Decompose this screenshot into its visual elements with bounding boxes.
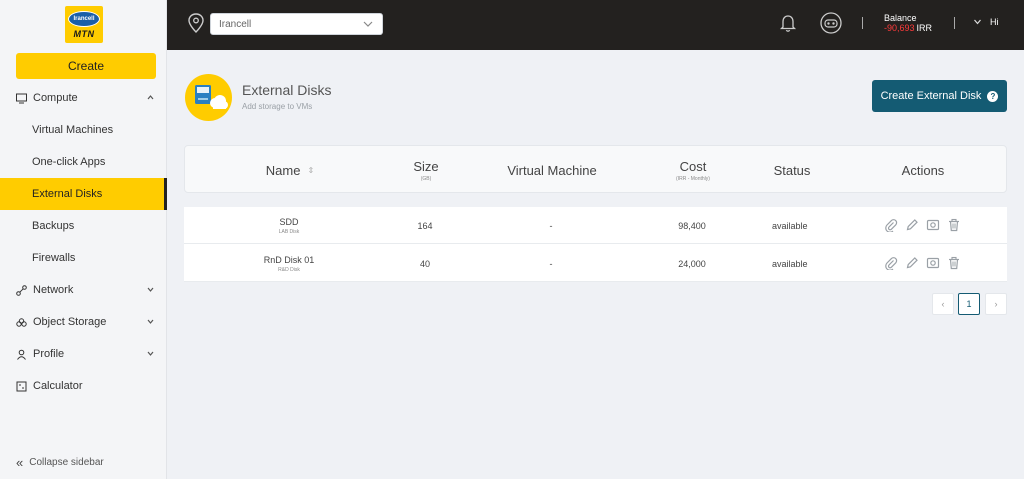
sidebar-item-label: Calculator <box>33 380 83 392</box>
cta-label: Create External Disk <box>880 90 982 102</box>
support-bot-icon[interactable] <box>819 11 843 35</box>
pagination-next-button[interactable]: › <box>985 293 1007 315</box>
disk-cost: 98,400 <box>678 220 706 231</box>
sidebar-item-one-click-apps[interactable]: One-click Apps <box>0 146 167 178</box>
disk-name: SDD <box>279 216 299 227</box>
logo-mtn: MTN <box>73 28 95 39</box>
column-header-name[interactable]: Name ⇕ <box>245 146 335 194</box>
project-selector-value: Irancell <box>219 18 252 30</box>
column-header-cost: Cost (IRR - Monthly) <box>645 146 741 194</box>
column-name-label: Name <box>265 162 301 178</box>
disk-vm: - <box>549 220 553 231</box>
chevron-down-icon[interactable] <box>973 18 982 26</box>
sidebar-item-profile[interactable]: Profile <box>0 338 167 370</box>
column-header-actions: Actions <box>901 162 945 178</box>
balance-amount: -90,693 <box>884 23 915 33</box>
help-icon[interactable]: ? <box>987 90 999 102</box>
column-cost-unit: (IRR - Monthly) <box>676 175 710 182</box>
snapshot-icon[interactable] <box>926 256 940 270</box>
disk-name: RnD Disk 01 <box>263 254 315 265</box>
row-actions <box>884 218 968 232</box>
row-actions <box>884 256 968 270</box>
sidebar-item-network[interactable]: Network <box>0 274 167 306</box>
sidebar-item-label: Network <box>33 284 74 296</box>
create-external-disk-button[interactable]: Create External Disk ? <box>872 80 1007 112</box>
disk-description: R&D Disk <box>278 266 300 273</box>
project-selector[interactable]: Irancell <box>210 13 383 35</box>
disk-description: LAB Disk <box>278 228 300 235</box>
edit-icon[interactable] <box>905 218 919 232</box>
disk-cost: 24,000 <box>678 258 706 269</box>
disk-size: 40 <box>419 258 430 269</box>
table-row[interactable]: SDD LAB Disk 164 - 98,400 available <box>184 207 1007 244</box>
disk-status: available <box>772 220 808 231</box>
attach-icon[interactable] <box>884 256 898 270</box>
sidebar-nav: Compute Virtual Machines One-click Apps … <box>0 82 167 402</box>
top-bar: Irancell Balance -90,693 IRR Hi <box>167 0 1024 50</box>
pagination-page-button[interactable]: 1 <box>958 293 980 315</box>
balance-label: Balance <box>884 13 917 23</box>
sidebar-item-firewalls[interactable]: Firewalls <box>0 242 167 274</box>
sidebar-item-external-disks[interactable]: External Disks <box>0 178 167 210</box>
snapshot-icon[interactable] <box>926 218 940 232</box>
collapse-sidebar-button[interactable]: « Collapse sidebar <box>16 455 104 470</box>
user-icon <box>16 349 27 360</box>
disk-vm: - <box>549 258 553 269</box>
chevron-up-icon <box>147 95 154 100</box>
attach-icon[interactable] <box>884 218 898 232</box>
balance-value: -90,693 IRR <box>884 23 932 33</box>
sidebar-item-virtual-machines[interactable]: Virtual Machines <box>0 114 167 146</box>
sidebar-item-label: Compute <box>33 92 78 104</box>
sidebar-item-label: Object Storage <box>33 316 107 328</box>
disk-name-cell: SDD LAB Disk <box>244 207 334 244</box>
chevron-down-icon <box>363 21 373 27</box>
trash-icon[interactable] <box>947 256 961 270</box>
page-title: External Disks <box>242 82 332 98</box>
pagination-prev-button[interactable]: ‹ <box>932 293 954 315</box>
bell-icon[interactable] <box>779 13 797 33</box>
balance-currency: IRR <box>916 23 933 33</box>
cloud-storage-icon <box>16 317 27 328</box>
column-size-label: Size <box>413 158 439 174</box>
page-subtitle: Add storage to VMs <box>242 102 313 111</box>
table-row[interactable]: RnD Disk 01 R&D Disk 40 - 24,000 availab… <box>184 245 1007 282</box>
chevron-down-icon <box>147 351 154 356</box>
disk-status: available <box>772 258 808 269</box>
column-size-unit: (GB) <box>420 175 432 182</box>
sort-icon[interactable]: ⇕ <box>307 166 314 175</box>
divider <box>862 17 863 29</box>
chevron-down-icon <box>147 319 154 324</box>
create-button[interactable]: Create <box>16 53 156 79</box>
sidebar: Irancell MTN Create Compute Virtual Mach… <box>0 0 167 479</box>
brand-logo[interactable]: Irancell MTN <box>65 6 103 43</box>
monitor-icon <box>16 93 27 104</box>
sidebar-item-label: Profile <box>33 348 65 360</box>
network-icon <box>16 284 27 296</box>
column-header-virtual-machine: Virtual Machine <box>507 162 597 178</box>
column-header-status: Status <box>773 162 811 178</box>
sidebar-item-compute[interactable]: Compute <box>0 82 167 114</box>
table-header: Name ⇕ Size (GB) Virtual Machine Cost (I… <box>184 145 1007 193</box>
trash-icon[interactable] <box>947 218 961 232</box>
disk-size: 164 <box>417 220 433 231</box>
user-greeting[interactable]: Hi <box>990 17 999 27</box>
chevron-down-icon <box>147 287 154 292</box>
divider <box>954 17 955 29</box>
edit-icon[interactable] <box>905 256 919 270</box>
column-header-size: Size (GB) <box>385 146 467 194</box>
collapse-sidebar-label: Collapse sidebar <box>29 457 104 468</box>
external-disk-illustration-icon <box>185 74 232 121</box>
sidebar-item-object-storage[interactable]: Object Storage <box>0 306 167 338</box>
location-pin-icon <box>188 13 204 33</box>
table-body: SDD LAB Disk 164 - 98,400 available RnD … <box>184 207 1007 282</box>
column-cost-label: Cost <box>679 158 707 174</box>
logo-wordmark: Irancell <box>68 10 100 27</box>
disk-name-cell: RnD Disk 01 R&D Disk <box>244 245 334 282</box>
double-chevron-left-icon: « <box>16 455 24 470</box>
sidebar-item-backups[interactable]: Backups <box>0 210 167 242</box>
calculator-icon <box>16 381 27 392</box>
sidebar-item-calculator[interactable]: Calculator <box>0 370 167 402</box>
